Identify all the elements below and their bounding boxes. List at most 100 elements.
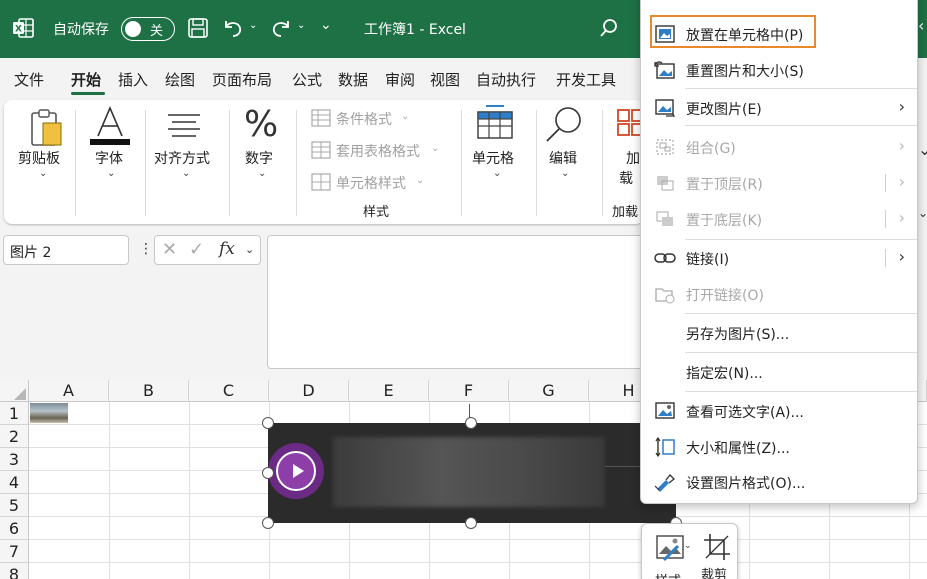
tab-home[interactable]: 开始: [71, 69, 101, 90]
resize-handle-bottom-left[interactable]: [262, 517, 274, 529]
resize-handle-left[interactable]: [262, 467, 274, 479]
column-header-b[interactable]: B: [109, 380, 189, 402]
editing-label: 编辑: [549, 151, 577, 167]
resize-handle-top-left[interactable]: [262, 417, 274, 429]
cells-dropdown-icon[interactable]: ⌄: [493, 168, 501, 179]
row-header-1[interactable]: 1: [0, 402, 29, 425]
tab-draw[interactable]: 绘图: [165, 69, 195, 90]
submenu-arrow-icon: ›: [898, 172, 905, 191]
insert-function-icon[interactable]: fx: [219, 239, 235, 259]
select-all-corner[interactable]: [0, 380, 29, 402]
row-header-6[interactable]: 6: [0, 517, 29, 540]
tab-data[interactable]: 数据: [338, 69, 368, 90]
clipboard-icon[interactable]: [28, 108, 64, 148]
addins-group-label: 加载: [612, 205, 639, 220]
size-properties-icon: [655, 437, 675, 457]
picture-style-icon[interactable]: ⌄: [656, 534, 690, 562]
row-header-5[interactable]: 5: [0, 494, 29, 517]
menu-item-label: 链接(I): [686, 252, 730, 268]
column-header-c[interactable]: C: [189, 380, 269, 402]
tab-file[interactable]: 文件: [14, 69, 44, 90]
chevron-down-icon[interactable]: ⌄: [245, 243, 254, 256]
tab-developer[interactable]: 开发工具: [556, 69, 616, 90]
resize-handle-bottom[interactable]: [465, 517, 477, 529]
tab-insert[interactable]: 插入: [118, 69, 148, 90]
editing-search-icon[interactable]: [544, 104, 584, 144]
toggle-knob: [125, 20, 141, 37]
ribbon: 剪贴板 ⌄ 字体 ⌄ 对齐方式 ⌄ % 数字 ⌄ 条件格式 ⌄ 套用表格格式 ⌄: [4, 100, 644, 224]
menu-item-format-picture[interactable]: 设置图片格式(O)...: [641, 465, 917, 499]
align-icon[interactable]: [166, 112, 202, 140]
resize-handle-top[interactable]: [465, 417, 477, 429]
font-dropdown-icon[interactable]: ⌄: [107, 168, 115, 179]
autosave-toggle[interactable]: 关: [121, 17, 175, 41]
addins-label-partial-2: 载: [619, 171, 633, 187]
save-icon[interactable]: [187, 17, 209, 39]
menu-item-reset-picture[interactable]: 重置图片和大小(S): [641, 53, 917, 87]
cell-thumbnail-image[interactable]: [30, 403, 68, 423]
cells-icon[interactable]: [476, 104, 514, 140]
cell-style-button: 单元格样式: [336, 176, 406, 192]
menu-item-label: 组合(G): [686, 141, 736, 157]
percent-icon[interactable]: %: [244, 104, 278, 145]
tab-review[interactable]: 审阅: [385, 69, 415, 90]
clipboard-dropdown-icon[interactable]: ⌄: [39, 168, 47, 179]
row-header-8[interactable]: 8: [0, 563, 29, 579]
menu-item-label: 查看可选文字(A)...: [686, 405, 804, 421]
conditional-format-icon: [311, 109, 331, 127]
menu-item-link[interactable]: 链接(I) ›: [641, 241, 917, 275]
formula-input[interactable]: [267, 235, 647, 369]
column-header-g[interactable]: G: [509, 380, 589, 402]
chevron-down-icon[interactable]: ⌄: [10, 243, 122, 256]
menu-item-assign-macro[interactable]: 指定宏(N)...: [641, 355, 917, 389]
row-header-3[interactable]: 3: [0, 448, 29, 471]
cancel-icon[interactable]: ✕: [162, 239, 177, 260]
group-icon: [656, 139, 674, 155]
search-icon[interactable]: [598, 17, 620, 39]
undo-icon[interactable]: [222, 17, 244, 39]
redo-icon[interactable]: [270, 17, 292, 39]
submenu-arrow-icon: ›: [898, 247, 905, 266]
enter-icon[interactable]: ✓: [189, 239, 204, 260]
crop-label: 裁剪: [701, 568, 728, 579]
tab-view[interactable]: 视图: [430, 69, 460, 90]
menu-separator: [685, 352, 917, 353]
gridline: [109, 402, 110, 579]
collapse-icon[interactable]: ‹: [918, 16, 924, 35]
ribbon-divider: [229, 110, 230, 216]
open-link-icon: [655, 288, 675, 304]
font-icon[interactable]: [90, 106, 130, 146]
more-options-icon[interactable]: ⋮: [139, 241, 153, 257]
tab-automate[interactable]: 自动执行: [476, 69, 536, 90]
menu-item-alt-text[interactable]: 查看可选文字(A)...: [641, 394, 917, 428]
menu-item-change-picture[interactable]: 更改图片(E) ›: [641, 91, 917, 125]
column-header-e[interactable]: E: [349, 380, 429, 402]
number-dropdown-icon[interactable]: ⌄: [258, 168, 266, 179]
tab-formulas[interactable]: 公式: [292, 69, 322, 90]
column-header-f[interactable]: F: [429, 380, 509, 402]
menu-item-open-link: 打开链接(O): [641, 277, 917, 311]
alignment-dropdown-icon[interactable]: ⌄: [182, 168, 190, 179]
customize-qat-icon[interactable]: ⌄: [320, 17, 332, 33]
split-divider: [885, 249, 886, 267]
row-header-7[interactable]: 7: [0, 540, 29, 563]
row-header-2[interactable]: 2: [0, 425, 29, 448]
undo-dropdown-icon[interactable]: ⌄: [249, 20, 257, 31]
menu-separator: [685, 88, 917, 89]
row-header-4[interactable]: 4: [0, 471, 29, 494]
selected-picture[interactable]: [268, 423, 676, 523]
column-header-a[interactable]: A: [29, 380, 109, 402]
crop-icon[interactable]: [702, 532, 732, 562]
chevron-down-icon[interactable]: ⌄: [918, 140, 927, 159]
menu-item-save-as-picture[interactable]: 另存为图片(S)...: [641, 316, 917, 350]
tab-page-layout[interactable]: 页面布局: [212, 69, 272, 90]
column-header-d[interactable]: D: [269, 380, 349, 402]
name-box[interactable]: 图片 2 ⌄: [3, 235, 129, 265]
redo-dropdown-icon[interactable]: ⌄: [297, 20, 305, 31]
menu-item-label: 重置图片和大小(S): [686, 64, 804, 80]
menu-item-size-properties[interactable]: 大小和属性(Z)...: [641, 430, 917, 464]
editing-dropdown-icon[interactable]: ⌄: [561, 168, 569, 179]
menu-item-group: 组合(G) ›: [641, 130, 917, 164]
menu-item-label: 设置图片格式(O)...: [686, 476, 806, 492]
ribbon-collapse-icon[interactable]: ⌄: [918, 206, 927, 220]
